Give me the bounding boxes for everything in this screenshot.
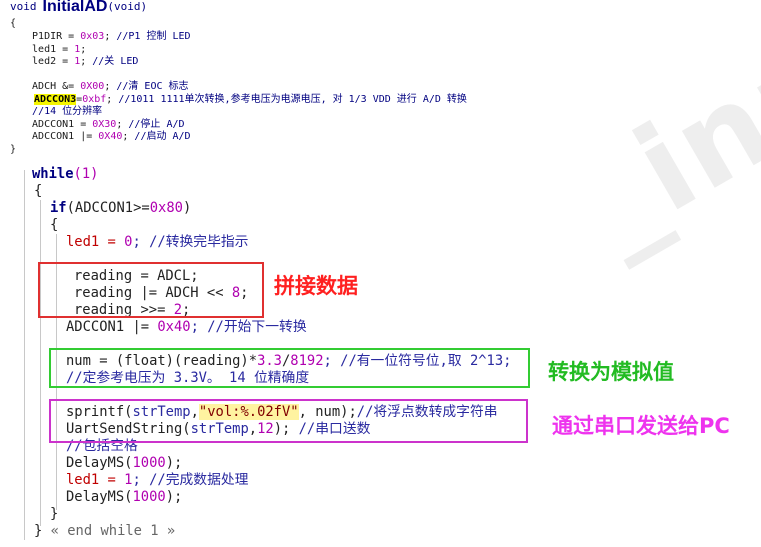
top-code-block: void InitialAD(void) { P1DIR = 0x03; //P…	[10, 0, 467, 175]
void-keyword: void	[10, 0, 37, 13]
indent-guide	[40, 200, 41, 526]
splice-highlight-box	[38, 262, 264, 318]
code-line: ADCCON3=0xbf; //1011 1111单次转换,参考电压为电源电压,…	[34, 93, 467, 105]
brace-close: }	[10, 143, 17, 155]
splice-annotation: 拼接数据	[274, 274, 358, 298]
code-line: led1 = 1;	[20, 43, 87, 55]
code-line: if(ADCCON1>=0x80)	[50, 200, 192, 216]
watermark-text: _inux	[560, 0, 761, 271]
highlighted-identifier: ADCCON3	[34, 93, 77, 105]
code-line: {	[50, 217, 59, 233]
function-params: (void)	[107, 0, 148, 13]
convert-highlight-box	[49, 348, 530, 388]
code-line: led1 = 1; //完成数据处理	[66, 472, 249, 488]
code-line: ADCCON1 |= 0x40; //开始下一转换	[66, 319, 307, 335]
code-line: ADCH &= 0X00; //清 EOC 标志	[20, 81, 189, 92]
code-line: led1 = 0; //转换完毕指示	[66, 234, 249, 250]
code-line: DelayMS(1000);	[66, 489, 183, 505]
function-name: InitialAD	[42, 0, 108, 15]
code-line: ADCCON1 |= 0X40; //启动 A/D	[20, 131, 191, 142]
function-header: void InitialAD(void)	[10, 0, 148, 15]
code-line: ADCCON1 = 0X30; //停止 A/D	[20, 118, 185, 130]
code-line: {	[34, 183, 43, 199]
send-annotation: 通过串口发送给PC	[552, 414, 730, 438]
indent-guide	[24, 170, 25, 540]
end-while-marker: « end while 1 »	[42, 523, 176, 539]
code-line: //14 位分辨率	[32, 106, 103, 117]
code-line: P1DIR = 0x03; //P1 控制 LED	[20, 31, 191, 42]
code-line: while(1)	[32, 166, 99, 182]
convert-annotation: 转换为模拟值	[548, 360, 674, 384]
send-highlight-box	[49, 399, 528, 443]
code-line: DelayMS(1000);	[66, 455, 183, 471]
code-line: }	[50, 506, 59, 522]
brace-open: {	[10, 18, 17, 29]
code-line: } « end while 1 »	[34, 523, 176, 539]
code-line: led2 = 1; //关 LED	[20, 56, 139, 67]
